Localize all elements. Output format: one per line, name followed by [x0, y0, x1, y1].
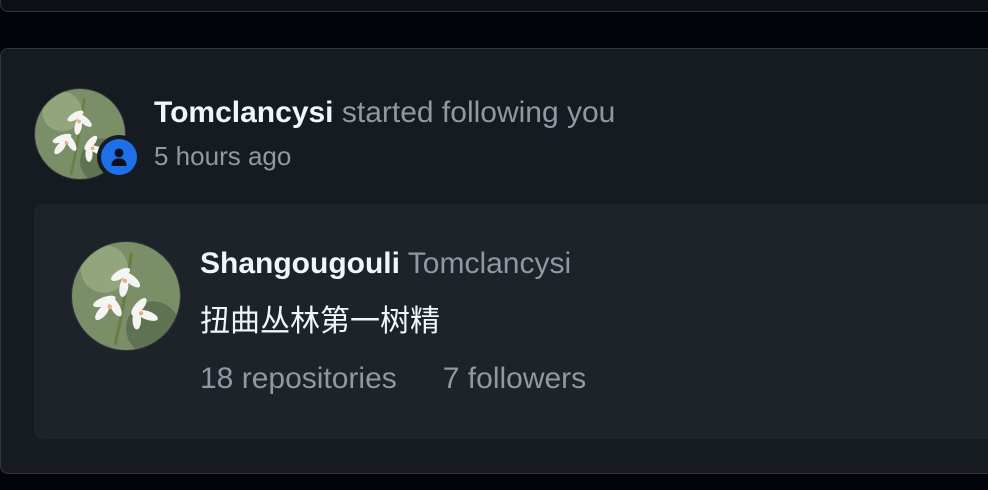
repositories-count-link[interactable]: 18 repositories: [200, 362, 397, 395]
person-icon: [111, 148, 127, 166]
followers-count-link[interactable]: 7 followers: [443, 362, 586, 395]
previous-feed-card: [0, 0, 988, 12]
badge-circle: [101, 139, 137, 175]
user-display-name[interactable]: Shangougouli: [200, 247, 400, 280]
event-action-text: started following you: [341, 96, 616, 129]
user-bio: 扭曲丛林第一树精: [200, 304, 440, 339]
user-login[interactable]: Tomclancysi: [408, 247, 571, 280]
event-type-badge: [97, 135, 141, 179]
event-timestamp[interactable]: 5 hours ago: [154, 139, 291, 173]
followed-user-card: Shangougouli Tomclancysi 扭曲丛林第一树精 18 rep…: [34, 204, 988, 439]
user-stats: 18 repositories 7 followers: [200, 359, 586, 399]
user-avatar[interactable]: [72, 242, 180, 350]
user-name-line: Shangougouli Tomclancysi: [200, 244, 571, 284]
actor-name-link[interactable]: Tomclancysi: [154, 96, 334, 129]
flower-avatar-image: [72, 242, 180, 350]
event-description: Tomclancysi started following you: [154, 93, 615, 133]
feed-event-card: Tomclancysi started following you 5 hour…: [0, 48, 988, 474]
